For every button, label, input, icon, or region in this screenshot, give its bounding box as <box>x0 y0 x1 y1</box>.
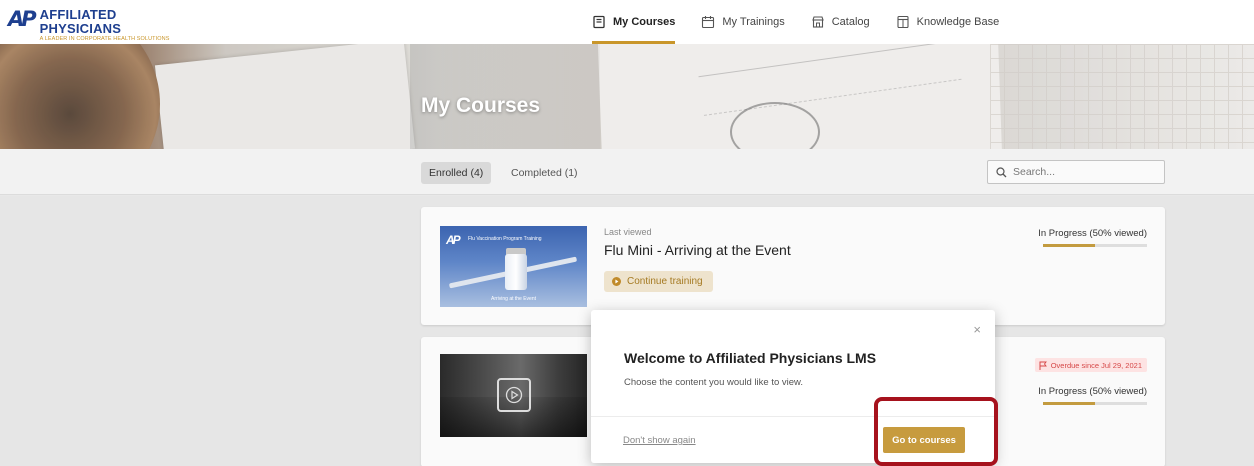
last-viewed-label: Last viewed <box>604 227 652 237</box>
annotation-highlight-box <box>874 397 998 466</box>
modal-text: Choose the content you would like to vie… <box>624 377 804 388</box>
flag-icon <box>1039 361 1047 370</box>
book-open-icon <box>896 15 910 29</box>
continue-training-button[interactable]: Continue training <box>604 271 713 292</box>
logo-mark: AP <box>8 7 37 31</box>
course-tabs-bar: Enrolled (4) Completed (1) Search... <box>0 149 1254 195</box>
page-title: My Courses <box>421 94 541 117</box>
hero-overlay <box>0 44 1254 149</box>
company-logo[interactable]: AP AFFILIATED PHYSICIANS A LEADER IN COR… <box>8 7 198 43</box>
book-icon <box>592 15 606 29</box>
search-placeholder: Search... <box>1013 166 1056 178</box>
main-nav: My Courses My Trainings Catalog Knowledg… <box>592 0 1025 44</box>
video-play-icon <box>497 378 531 412</box>
course-thumbnail[interactable]: AP Flu Vaccination Program Training Arri… <box>440 226 587 307</box>
logo-tagline: A LEADER IN CORPORATE HEALTH SOLUTIONS <box>39 36 170 42</box>
store-icon <box>811 15 825 29</box>
logo-text: AFFILIATED PHYSICIANS A LEADER IN CORPOR… <box>40 8 198 43</box>
nav-my-trainings[interactable]: My Trainings <box>701 0 785 44</box>
tab-completed[interactable]: Completed (1) <box>503 162 586 184</box>
dont-show-again-link[interactable]: Don't show again <box>623 435 696 446</box>
course-thumbnail[interactable] <box>440 354 587 437</box>
progress-fill <box>1043 244 1095 247</box>
search-input[interactable]: Search... <box>987 160 1165 184</box>
tab-enrolled[interactable]: Enrolled (4) <box>421 162 492 184</box>
close-icon[interactable]: × <box>973 322 981 337</box>
thumbnail-caption: Arriving at the Event <box>490 296 537 302</box>
thumbnail-logo: AP <box>446 233 461 247</box>
progress-status: In Progress (50% viewed) <box>1038 228 1147 239</box>
nav-knowledge-base[interactable]: Knowledge Base <box>896 0 1000 44</box>
continue-training-label: Continue training <box>627 276 703 287</box>
logo-name: AFFILIATED PHYSICIANS <box>39 7 122 36</box>
progress-fill <box>1043 402 1095 405</box>
vial-graphic <box>505 254 527 290</box>
course-title[interactable]: Flu Mini - Arriving at the Event <box>604 242 791 258</box>
overdue-badge: Overdue since Jul 29, 2021 <box>1034 358 1147 372</box>
modal-title: Welcome to Affiliated Physicians LMS <box>624 350 877 366</box>
calendar-icon <box>701 15 715 29</box>
progress-bar <box>1043 244 1147 247</box>
thumbnail-title: Flu Vaccination Program Training <box>468 236 542 242</box>
progress-bar <box>1043 402 1147 405</box>
hero-banner: My Courses <box>0 44 1254 149</box>
course-card[interactable]: AP Flu Vaccination Program Training Arri… <box>421 207 1165 325</box>
nav-my-courses[interactable]: My Courses <box>592 0 676 44</box>
nav-label: My Courses <box>613 16 676 28</box>
overdue-label: Overdue since Jul 29, 2021 <box>1050 360 1142 370</box>
nav-label: Catalog <box>831 16 870 28</box>
search-icon <box>996 166 1007 178</box>
nav-catalog[interactable]: Catalog <box>811 0 870 44</box>
progress-status: In Progress (50% viewed) <box>1038 386 1147 397</box>
top-navigation-bar: AP AFFILIATED PHYSICIANS A LEADER IN COR… <box>0 0 1254 44</box>
play-circle-icon <box>612 277 621 286</box>
nav-label: Knowledge Base <box>916 16 1000 28</box>
nav-label: My Trainings <box>722 16 785 28</box>
